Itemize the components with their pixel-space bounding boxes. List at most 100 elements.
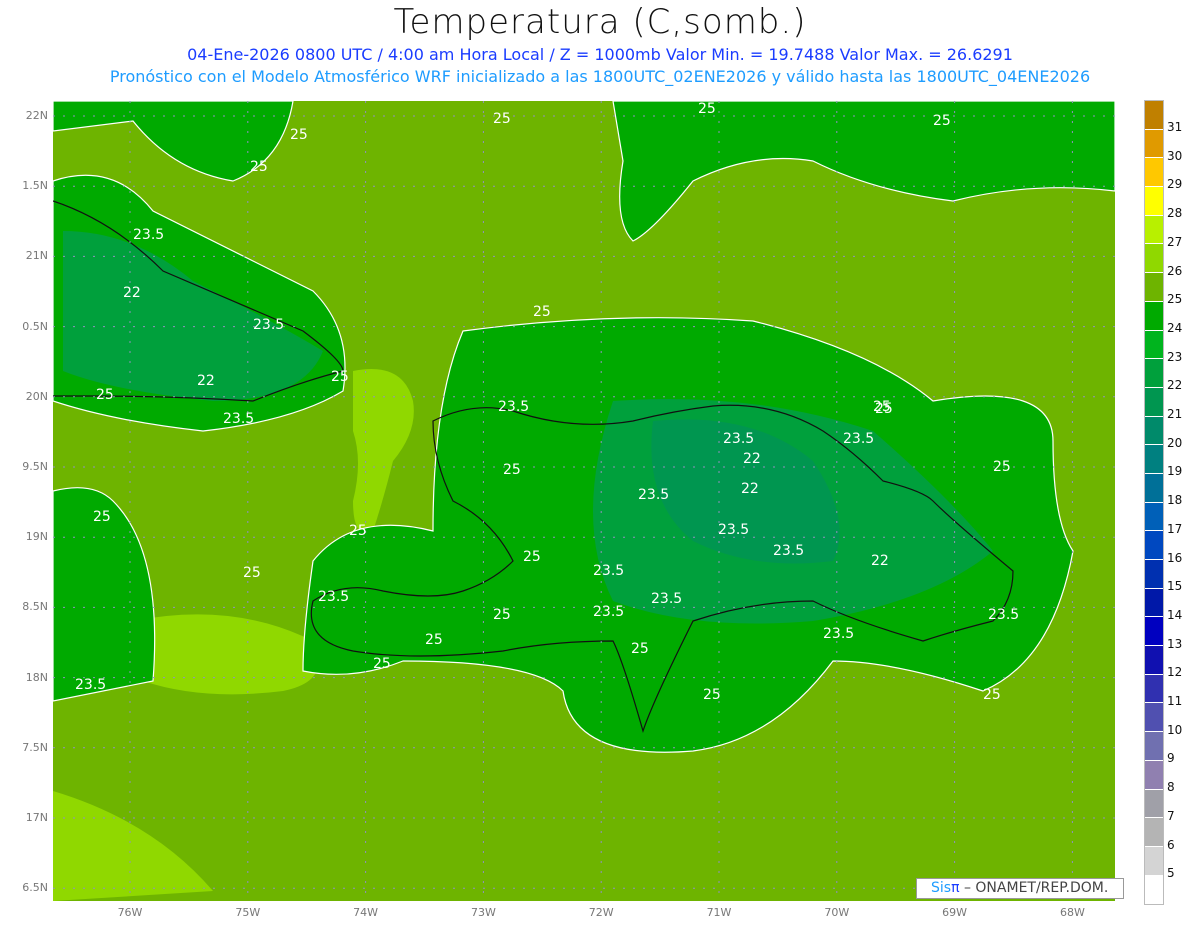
colorbar-segment <box>1145 646 1163 675</box>
colorbar-label: 10 <box>1167 722 1183 737</box>
colorbar-label: 23 <box>1167 349 1183 364</box>
colorbar-segment <box>1145 273 1163 302</box>
contour-label: 25 <box>933 113 951 129</box>
lat-label: 18N <box>25 670 48 684</box>
colorbar-label: 5 <box>1167 866 1175 881</box>
credit-org: – ONAMET/REP.DOM. <box>959 880 1109 896</box>
colorbar-segment <box>1145 215 1163 245</box>
colorbar-label: 29 <box>1167 177 1183 192</box>
lon-label: 71W <box>706 906 732 919</box>
contour-label: 22 <box>741 481 759 497</box>
colorbar-label: 12 <box>1167 665 1183 680</box>
contour-label: 25 <box>873 399 891 415</box>
lon-label: 76W <box>117 906 143 919</box>
subtitle-valid-time: 04-Ene-2026 0800 UTC / 4:00 am Hora Loca… <box>187 45 1013 64</box>
colorbar-segment <box>1145 359 1163 388</box>
colorbar-label: 25 <box>1167 292 1183 307</box>
lat-label: 19N <box>25 530 48 544</box>
contour-label: 23.5 <box>498 399 529 415</box>
contour-label: 23.5 <box>773 543 804 559</box>
contour-label: 23.5 <box>638 487 669 503</box>
colorbar-label: 9 <box>1167 751 1175 766</box>
contour-label: 23.5 <box>651 591 682 607</box>
contour-label: 25 <box>631 641 649 657</box>
colorbar-label: 17 <box>1167 521 1183 536</box>
colorbar-label: 26 <box>1167 263 1183 278</box>
contour-label: 25 <box>425 632 443 648</box>
colorbar-label: 21 <box>1167 407 1183 421</box>
colorbar-segment <box>1145 875 1163 905</box>
lat-label: 8.5N <box>22 600 48 614</box>
contour-label: 22 <box>743 451 761 467</box>
lat-label: 9.5N <box>22 460 48 473</box>
colorbar-segment <box>1145 129 1163 159</box>
contour-label: 25 <box>93 509 111 525</box>
colorbar-segment <box>1145 674 1163 704</box>
colorbar <box>1144 100 1164 906</box>
contour-label: 25 <box>331 369 349 385</box>
contour-label: 23.5 <box>318 589 349 605</box>
contour-label: 25 <box>698 101 716 117</box>
contour-label: 22 <box>123 285 141 301</box>
contour-label: 22 <box>871 553 889 569</box>
colorbar-label: 7 <box>1167 808 1175 823</box>
colorbar-label: 30 <box>1167 148 1183 163</box>
contour-label: 23.5 <box>593 563 624 579</box>
colorbar-segment <box>1145 789 1163 819</box>
lon-label: 69W <box>942 906 968 919</box>
contour-label: 23.5 <box>988 607 1019 623</box>
colorbar-label: 19 <box>1167 464 1183 479</box>
lat-label: 20N <box>25 389 48 403</box>
contour-label: 23.5 <box>253 317 284 333</box>
contour-label: 23.5 <box>75 677 106 693</box>
colorbar-segment <box>1145 416 1163 446</box>
lat-label: 21N <box>25 249 48 263</box>
colorbar-label: 13 <box>1167 636 1183 651</box>
colorbar-label: 15 <box>1167 579 1183 594</box>
colorbar-segment <box>1145 473 1163 503</box>
contour-label: 23.5 <box>133 227 164 243</box>
lat-label: 1.5N <box>22 179 48 193</box>
colorbar-label: 24 <box>1167 320 1183 335</box>
lon-label: 74W <box>353 906 379 919</box>
colorbar-segment <box>1145 330 1163 360</box>
colorbar-label: 6 <box>1167 837 1175 852</box>
colorbar-label: 16 <box>1167 550 1183 565</box>
lon-label: 75W <box>235 906 261 919</box>
contour-label: 25 <box>493 607 511 623</box>
credit-sis: Sis <box>931 880 952 896</box>
lat-label: 6.5N <box>22 881 48 895</box>
colorbar-segment <box>1145 732 1163 761</box>
colorbar-segment <box>1145 301 1163 331</box>
lat-label: 7.5N <box>22 740 48 754</box>
contour-label: 25 <box>503 462 521 478</box>
colorbar-label: 22 <box>1167 378 1183 393</box>
colorbar-segment <box>1145 244 1163 274</box>
colorbar-segment <box>1145 101 1163 130</box>
colorbar-segment <box>1145 760 1163 790</box>
subtitle-model-info: Pronóstico con el Modelo Atmosférico WRF… <box>109 67 1091 86</box>
colorbar-segment <box>1145 158 1163 188</box>
colorbar-label: 31 <box>1167 120 1183 134</box>
lon-label: 68W <box>1059 906 1085 919</box>
contour-label: 23.5 <box>223 411 254 427</box>
credit-pi: π <box>951 880 960 896</box>
lat-label: 17N <box>25 811 48 824</box>
colorbar-label: 20 <box>1167 435 1183 450</box>
contour-label: 23.5 <box>718 522 749 538</box>
lat-label: 0.5N <box>22 319 48 333</box>
colorbar-segment <box>1145 846 1163 876</box>
colorbar-segment <box>1145 502 1163 532</box>
contour-label: 25 <box>983 687 1001 703</box>
lon-label: 70W <box>824 906 850 919</box>
colorbar-segment <box>1145 560 1163 589</box>
contour-label: 25 <box>523 549 541 565</box>
colorbar-segment <box>1145 588 1163 618</box>
colorbar-segment <box>1145 531 1163 560</box>
contour-label: 22 <box>197 373 215 389</box>
colorbar-segment <box>1145 445 1163 474</box>
contour-label: 25 <box>533 304 551 320</box>
contour-label: 25 <box>703 687 721 703</box>
contour-label: 25 <box>993 459 1011 475</box>
colorbar-segment <box>1145 818 1163 847</box>
